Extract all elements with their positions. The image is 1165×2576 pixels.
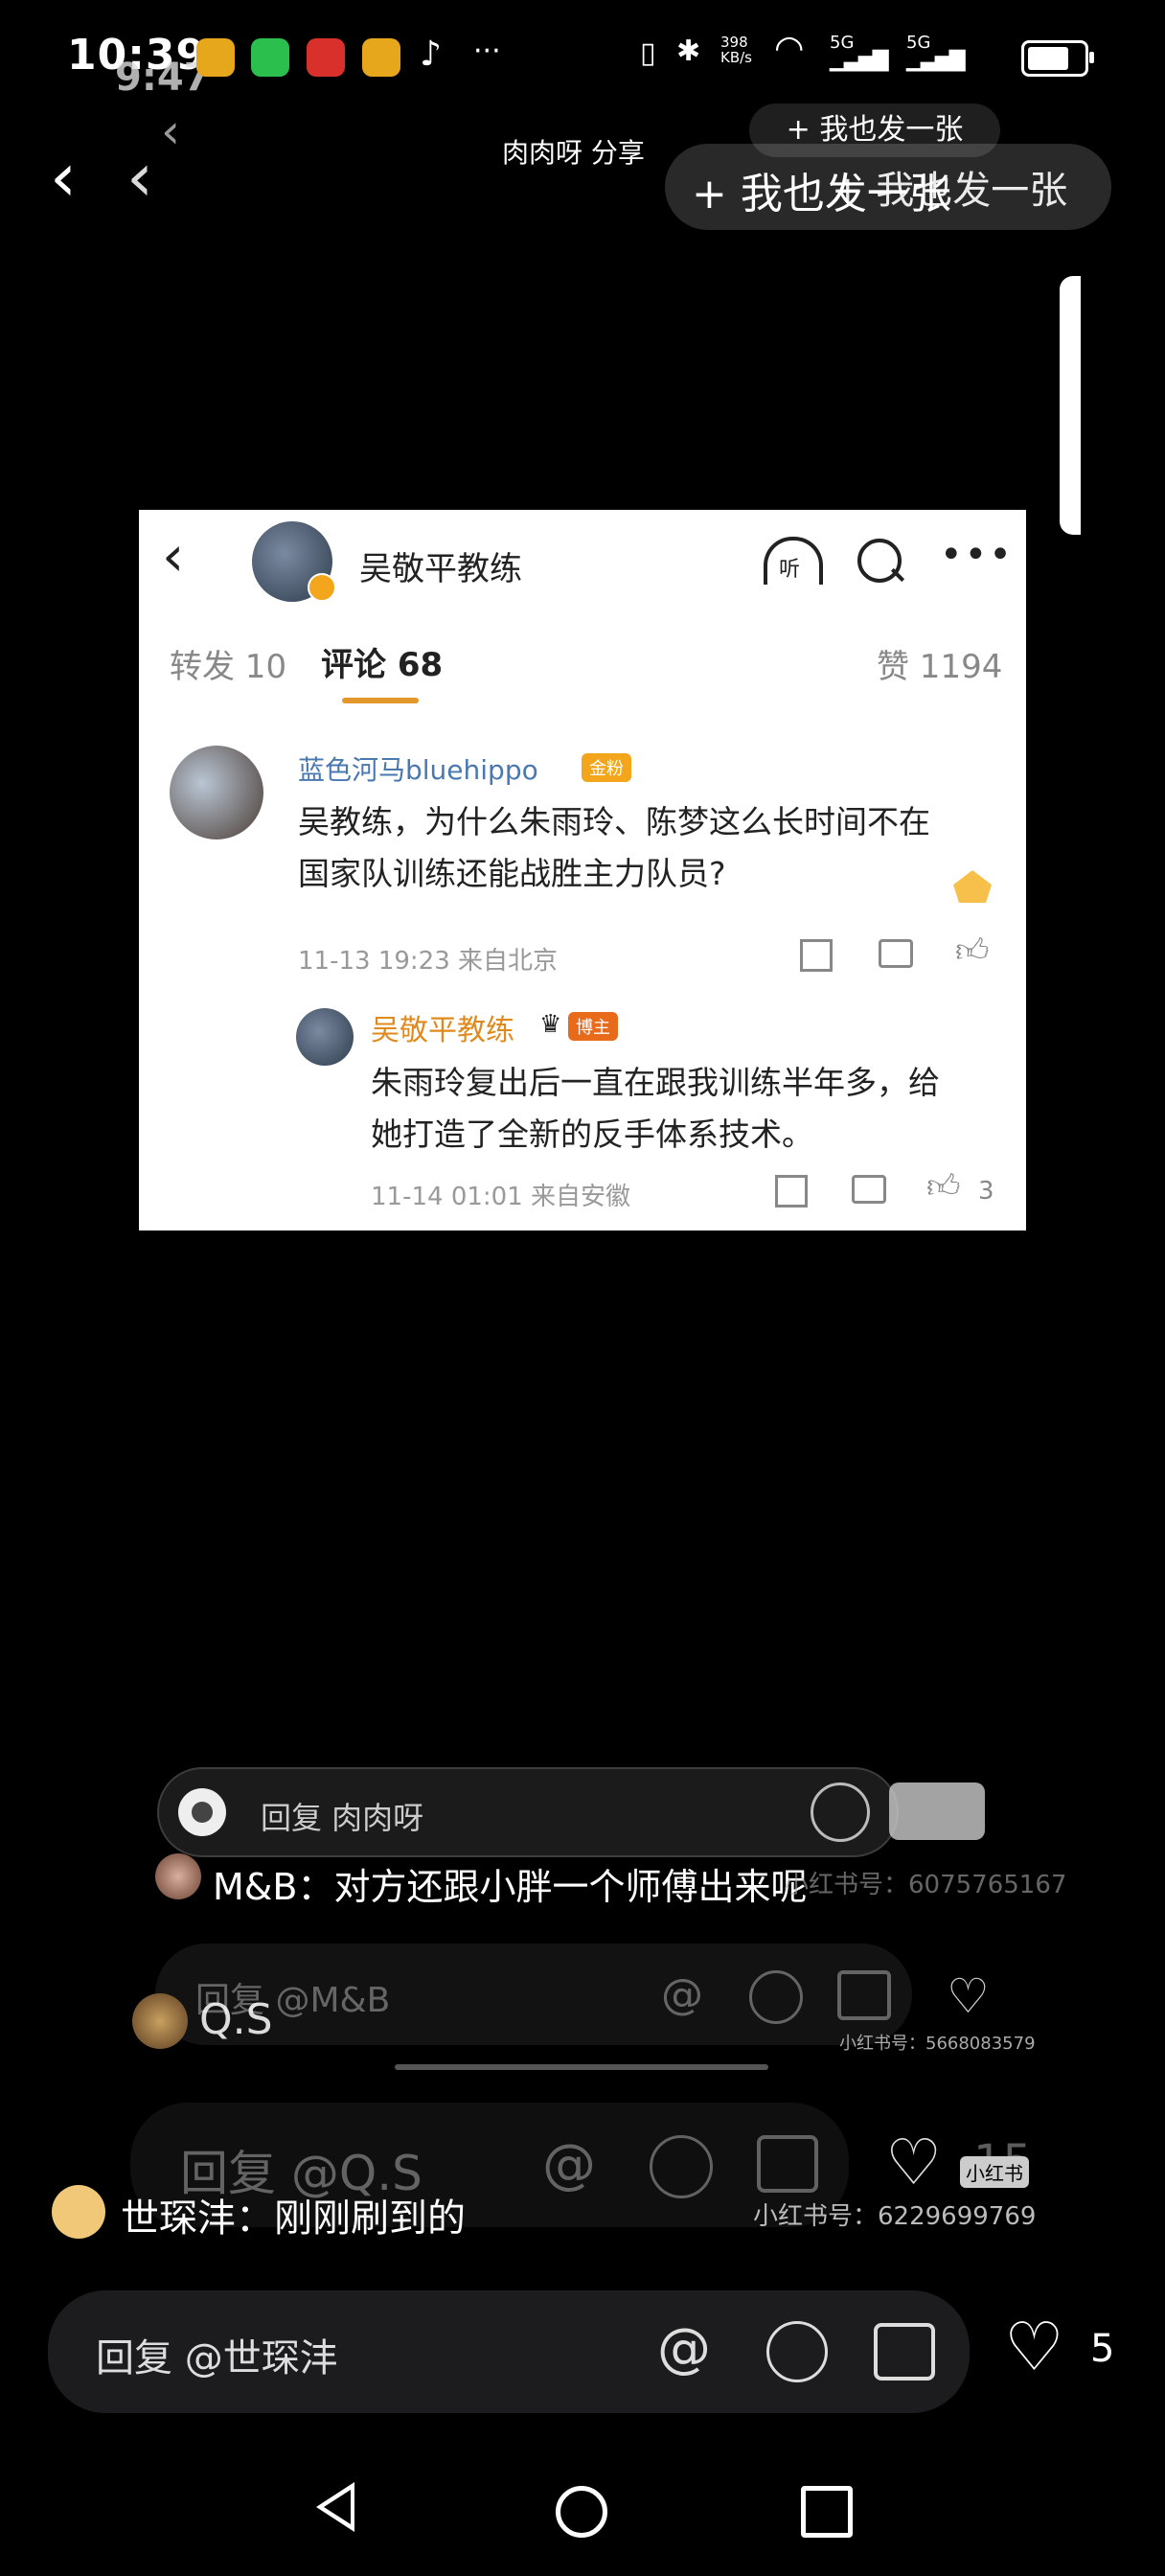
reply-share-icon — [775, 1175, 808, 1208]
search-icon — [857, 539, 902, 583]
image-icon-2[interactable] — [837, 1970, 891, 2020]
mb-comment: M&B：对方还跟小胖一个师傅出来呢 — [213, 1866, 808, 1908]
shi-comment: 世琛沣：刚刚刷到的 — [121, 2196, 466, 2241]
comment-line-2: 国家队训练还能战胜主力队员? — [298, 855, 726, 892]
tab-indicator — [342, 698, 419, 703]
at-icon[interactable]: @ — [657, 2317, 711, 2380]
back-button-ghost: ‹ — [161, 104, 180, 159]
side-panel-edge — [1060, 276, 1081, 535]
comment-meta: 11-13 19:23 来自北京 — [298, 947, 559, 976]
image-icon-3[interactable] — [757, 2135, 818, 2193]
reply-line-2: 她打造了全新的反手体系技术。 — [371, 1116, 813, 1153]
xhs-id-2: 小红书号：5668083579 — [839, 2034, 1036, 2054]
listen-label: 听 — [779, 558, 801, 582]
commenter-avatar — [170, 746, 263, 840]
emoji-icon-3[interactable] — [650, 2135, 713, 2198]
more-notifications-icon: ··· — [473, 34, 501, 68]
blogger-badge-label: 博主 — [568, 1012, 618, 1041]
nav-back-inner — [324, 2490, 351, 2524]
nav-recent-button[interactable] — [801, 2486, 853, 2538]
more-icon: ••• — [940, 533, 1014, 577]
tab-forward: 转发 10 — [170, 648, 287, 686]
xhs-id-3: 小红书号：6229699769 — [753, 2202, 1037, 2231]
reply-shi-placeholder[interactable]: 回复 @世琛沣 — [96, 2327, 338, 2382]
fan-badge-label: 金粉 — [582, 753, 631, 782]
card-topbar: ‹ 吴敬平教练 听 ••• — [139, 510, 1026, 615]
wifi-icon: ◠ — [774, 29, 805, 68]
tab-comment: 评论 68 — [321, 646, 444, 684]
home-badge-icon — [953, 870, 992, 903]
reply-meta: 11-14 01:01 来自安徽 — [371, 1183, 631, 1211]
comment-icon — [879, 939, 913, 968]
wechat-app-icon — [251, 38, 289, 77]
bluetooth-icon: ✱ — [676, 34, 701, 68]
xhs-logo-icon — [889, 1782, 985, 1840]
shared-screenshot: ‹ 吴敬平教练 听 ••• 转发 10 评论 68 赞 1194 蓝色河马blu… — [139, 510, 1026, 1230]
network-speed: 398 KB/s — [720, 34, 752, 66]
account-name: 吴敬平教练 — [359, 550, 522, 588]
qs-avatar — [132, 1993, 188, 2049]
vibrate-icon: ▯ — [640, 36, 656, 70]
divider-handle — [395, 2064, 768, 2070]
blogger-badge: 博主 — [568, 1012, 618, 1041]
emoji-icon-2[interactable] — [749, 1970, 803, 2024]
mb-avatar — [155, 1853, 201, 1899]
xhs-watermark: 小红书 — [960, 2156, 1029, 2188]
camera-lens — [192, 1802, 213, 1823]
signal-icon-2: ▁▃▅▇ — [906, 48, 966, 72]
reply-line-1: 朱雨玲复出后一直在跟我训练半年多，给 — [371, 1064, 940, 1101]
card-back-icon: ‹ — [162, 523, 185, 588]
share-icon — [800, 939, 833, 972]
image-icon[interactable] — [874, 2323, 935, 2380]
like-count: 5 — [1090, 2327, 1115, 2371]
battery-icon — [1021, 40, 1094, 77]
heart-icon[interactable]: ♡ — [1004, 2313, 1064, 2380]
app-icon-red — [307, 38, 345, 77]
tab-likes: 赞 1194 — [877, 648, 1003, 686]
tiktok-icon: ♪ — [420, 34, 442, 74]
signal-icon-1: ▁▃▅▇ — [830, 48, 889, 72]
commenter-name: 蓝色河马bluehippo — [298, 754, 538, 786]
qs-name: Q.S — [199, 1995, 273, 2044]
crown-icon: ♛ — [539, 1010, 562, 1039]
reply-like-count: 3 — [978, 1177, 994, 1206]
heart-icon-2[interactable]: ♡ — [947, 1968, 990, 2024]
back-button-overlay[interactable]: ‹ — [126, 144, 153, 211]
reply-rourou-placeholder[interactable]: 回复 肉肉呀 — [261, 1794, 423, 1838]
shi-avatar — [52, 2185, 105, 2239]
reply-avatar — [296, 1008, 354, 1066]
xhs-id-1: 小红书号：6075765167 — [784, 1871, 1067, 1899]
comment-line-1: 吴教练，为什么朱雨玲、陈梦这么长时间不在 — [298, 803, 930, 840]
verified-icon — [308, 573, 336, 602]
back-button[interactable]: ‹ — [50, 144, 77, 211]
share-title: 肉肉呀 分享 — [502, 137, 645, 169]
reply-like-icon: 👍︎ — [926, 1167, 961, 1206]
at-icon-3[interactable]: @ — [542, 2133, 596, 2196]
at-icon-2[interactable]: @ — [661, 1970, 703, 2019]
nav-home-button[interactable] — [556, 2486, 607, 2538]
reply-comment-icon — [852, 1175, 886, 1204]
reply-username: 吴敬平教练 — [371, 1014, 514, 1047]
fan-badge: 金粉 — [582, 753, 631, 782]
heart-icon-3[interactable]: ♡ — [885, 2126, 942, 2199]
emoji-icon-main[interactable] — [766, 2321, 828, 2382]
weibo-app-icon-2 — [362, 38, 400, 77]
like-icon: 👍︎ — [955, 932, 990, 970]
post-also-overlap-label: + 我也发一张 — [832, 169, 1068, 213]
weibo-app-icon — [196, 38, 235, 77]
emoji-icon[interactable] — [811, 1782, 870, 1842]
